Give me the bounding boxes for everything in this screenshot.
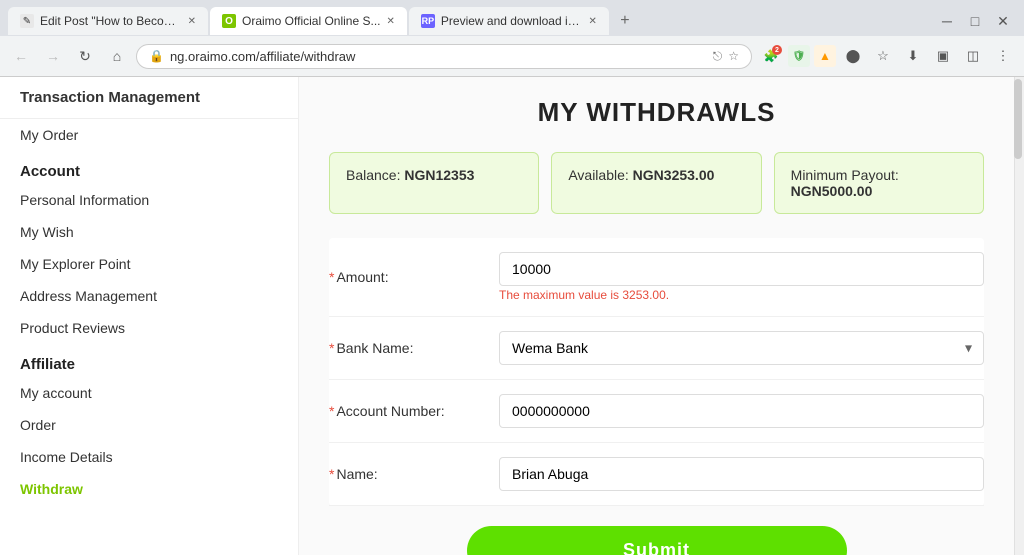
forward-button[interactable]: →: [40, 43, 66, 69]
browser-action-3[interactable]: ⬤: [840, 43, 866, 69]
browser-toolbar: ← → ↻ ⌂ 🔒 ng.oraimo.com/affiliate/withdr…: [0, 36, 1024, 76]
reload-button[interactable]: ↻: [72, 43, 98, 69]
bank-name-select[interactable]: Wema Bank Access Bank GTBank Zenith Bank…: [499, 331, 984, 365]
browser-chrome: ✎ Edit Post "How to Become a... ✕ O Orai…: [0, 0, 1024, 77]
affiliate-section-header: Affiliate: [0, 344, 298, 377]
scrollbar[interactable]: [1014, 77, 1024, 555]
withdrawal-form: *Amount: The maximum value is 3253.00. *…: [329, 238, 984, 506]
name-row: *Name:: [329, 443, 984, 506]
account-number-row: *Account Number:: [329, 380, 984, 443]
tab-oraimo[interactable]: O Oraimo Official Online S... ✕: [210, 7, 407, 35]
minimum-card: Minimum Payout: NGN5000.00: [774, 152, 984, 214]
menu-button[interactable]: ⋮: [990, 43, 1016, 69]
home-button[interactable]: ⌂: [104, 43, 130, 69]
transaction-management-header: Transaction Management: [0, 77, 298, 119]
submit-button[interactable]: Submit: [467, 526, 847, 555]
restore-button[interactable]: □: [962, 8, 988, 34]
extensions-button[interactable]: 🧩 2: [758, 43, 784, 69]
share-icon: ⎋: [713, 49, 723, 64]
main-content: MY WITHDRAWLS Balance: NGN12353 Availabl…: [299, 77, 1014, 555]
account-number-label: *Account Number:: [329, 403, 489, 419]
close-window-button[interactable]: ✕: [990, 8, 1016, 34]
amount-error: The maximum value is 3253.00.: [499, 288, 984, 302]
balance-cards: Balance: NGN12353 Available: NGN3253.00 …: [329, 152, 984, 214]
lock-icon: 🔒: [149, 49, 164, 63]
available-value: NGN3253.00: [633, 167, 715, 183]
extension-icon-2[interactable]: ▲: [814, 45, 836, 67]
tab-edit-post[interactable]: ✎ Edit Post "How to Become a... ✕: [8, 7, 208, 35]
name-required-star: *: [329, 466, 334, 482]
minimize-button[interactable]: ─: [934, 8, 960, 34]
tab-favicon-oraimo: O: [222, 14, 236, 28]
sidebar-item-order[interactable]: Order: [0, 409, 298, 441]
browser-actions: 🧩 2 🛡 ▲ ⬤ ☆ ⬇ ▣ ◫ ⋮: [758, 43, 1016, 69]
tab-title-preview: Preview and download ima...: [441, 14, 583, 28]
sidebar-item-my-wish[interactable]: My Wish: [0, 216, 298, 248]
account-number-input[interactable]: [499, 394, 984, 428]
account-required-star: *: [329, 403, 334, 419]
tab-favicon-preview: RP: [421, 14, 435, 28]
bank-required-star: *: [329, 340, 334, 356]
sidebar-item-product-reviews[interactable]: Product Reviews: [0, 312, 298, 344]
sidebar: Transaction Management My Order Account …: [0, 77, 299, 555]
address-bar[interactable]: 🔒 ng.oraimo.com/affiliate/withdraw ⎋ ☆: [136, 44, 752, 69]
sidebar-item-withdraw[interactable]: Withdraw: [0, 473, 298, 505]
extension-icon-1[interactable]: 🛡: [788, 45, 810, 67]
balance-card: Balance: NGN12353: [329, 152, 539, 214]
main-layout: Transaction Management My Order Account …: [0, 77, 1024, 555]
tab-favicon-edit: ✎: [20, 14, 34, 28]
new-tab-button[interactable]: +: [611, 7, 639, 35]
account-section-header: Account: [0, 151, 298, 184]
back-button[interactable]: ←: [8, 43, 34, 69]
name-input[interactable]: [499, 457, 984, 491]
tab-title-edit: Edit Post "How to Become a...: [40, 14, 182, 28]
url-text: ng.oraimo.com/affiliate/withdraw: [170, 49, 707, 64]
bookmark-icon: ☆: [728, 49, 739, 63]
page-title: MY WITHDRAWLS: [329, 97, 984, 128]
balance-label: Balance:: [346, 167, 404, 183]
tab-close-edit[interactable]: ✕: [188, 16, 196, 27]
browser-tabs: ✎ Edit Post "How to Become a... ✕ O Orai…: [0, 0, 1024, 36]
browser-action-4[interactable]: ☆: [870, 43, 896, 69]
minimum-label: Minimum Payout:: [791, 167, 899, 183]
available-label: Available:: [568, 167, 632, 183]
download-button[interactable]: ⬇: [900, 43, 926, 69]
submit-section: Submit: [329, 506, 984, 555]
sidebar-item-address[interactable]: Address Management: [0, 280, 298, 312]
balance-value: NGN12353: [404, 167, 474, 183]
bank-select-wrapper: Wema Bank Access Bank GTBank Zenith Bank…: [499, 331, 984, 365]
name-label: *Name:: [329, 466, 489, 482]
bank-name-label: *Bank Name:: [329, 340, 489, 356]
amount-row: *Amount: The maximum value is 3253.00.: [329, 238, 984, 317]
tab-close-oraimo[interactable]: ✕: [387, 16, 395, 27]
amount-input[interactable]: [499, 252, 984, 286]
amount-wrapper: The maximum value is 3253.00.: [499, 252, 984, 302]
sidebar-item-my-account[interactable]: My account: [0, 377, 298, 409]
minimum-value: NGN5000.00: [791, 183, 873, 199]
sidebar-item-income-details[interactable]: Income Details: [0, 441, 298, 473]
bank-name-row: *Bank Name: Wema Bank Access Bank GTBank…: [329, 317, 984, 380]
amount-label: *Amount:: [329, 269, 489, 285]
sidebar-item-personal-info[interactable]: Personal Information: [0, 184, 298, 216]
tab-groups-button[interactable]: ▣: [930, 43, 956, 69]
available-card: Available: NGN3253.00: [551, 152, 761, 214]
tab-close-preview[interactable]: ✕: [589, 16, 597, 27]
history-button[interactable]: ◫: [960, 43, 986, 69]
amount-required-star: *: [329, 269, 334, 285]
tab-preview[interactable]: RP Preview and download ima... ✕: [409, 7, 609, 35]
tab-title-oraimo: Oraimo Official Online S...: [242, 14, 381, 28]
sidebar-item-my-explorer[interactable]: My Explorer Point: [0, 248, 298, 280]
sidebar-item-my-order[interactable]: My Order: [0, 119, 298, 151]
